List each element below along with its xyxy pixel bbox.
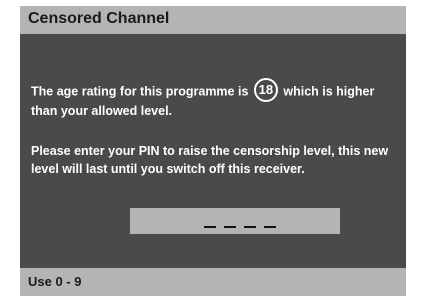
dialog-footer: Use 0 - 9 [20,268,406,296]
age-rating-message: The age rating for this programme is 18 … [31,78,401,120]
pin-digit-slot [204,226,216,228]
rating-text-before: The age rating for this programme is [31,84,249,99]
pin-digit-slot [264,226,276,228]
censored-channel-dialog: Censored Channel The age rating for this… [20,6,406,296]
age-rating-badge: 18 [253,78,278,102]
input-hint: Use 0 - 9 [28,274,82,289]
pin-instruction-message: Please enter your PIN to raise the censo… [31,144,389,176]
pin-digit-slot [224,226,236,228]
pin-digit-slot [244,226,256,228]
dialog-title-bar: Censored Channel [20,6,406,34]
pin-entry-field[interactable] [130,208,340,234]
dialog-title: Censored Channel [28,10,170,27]
